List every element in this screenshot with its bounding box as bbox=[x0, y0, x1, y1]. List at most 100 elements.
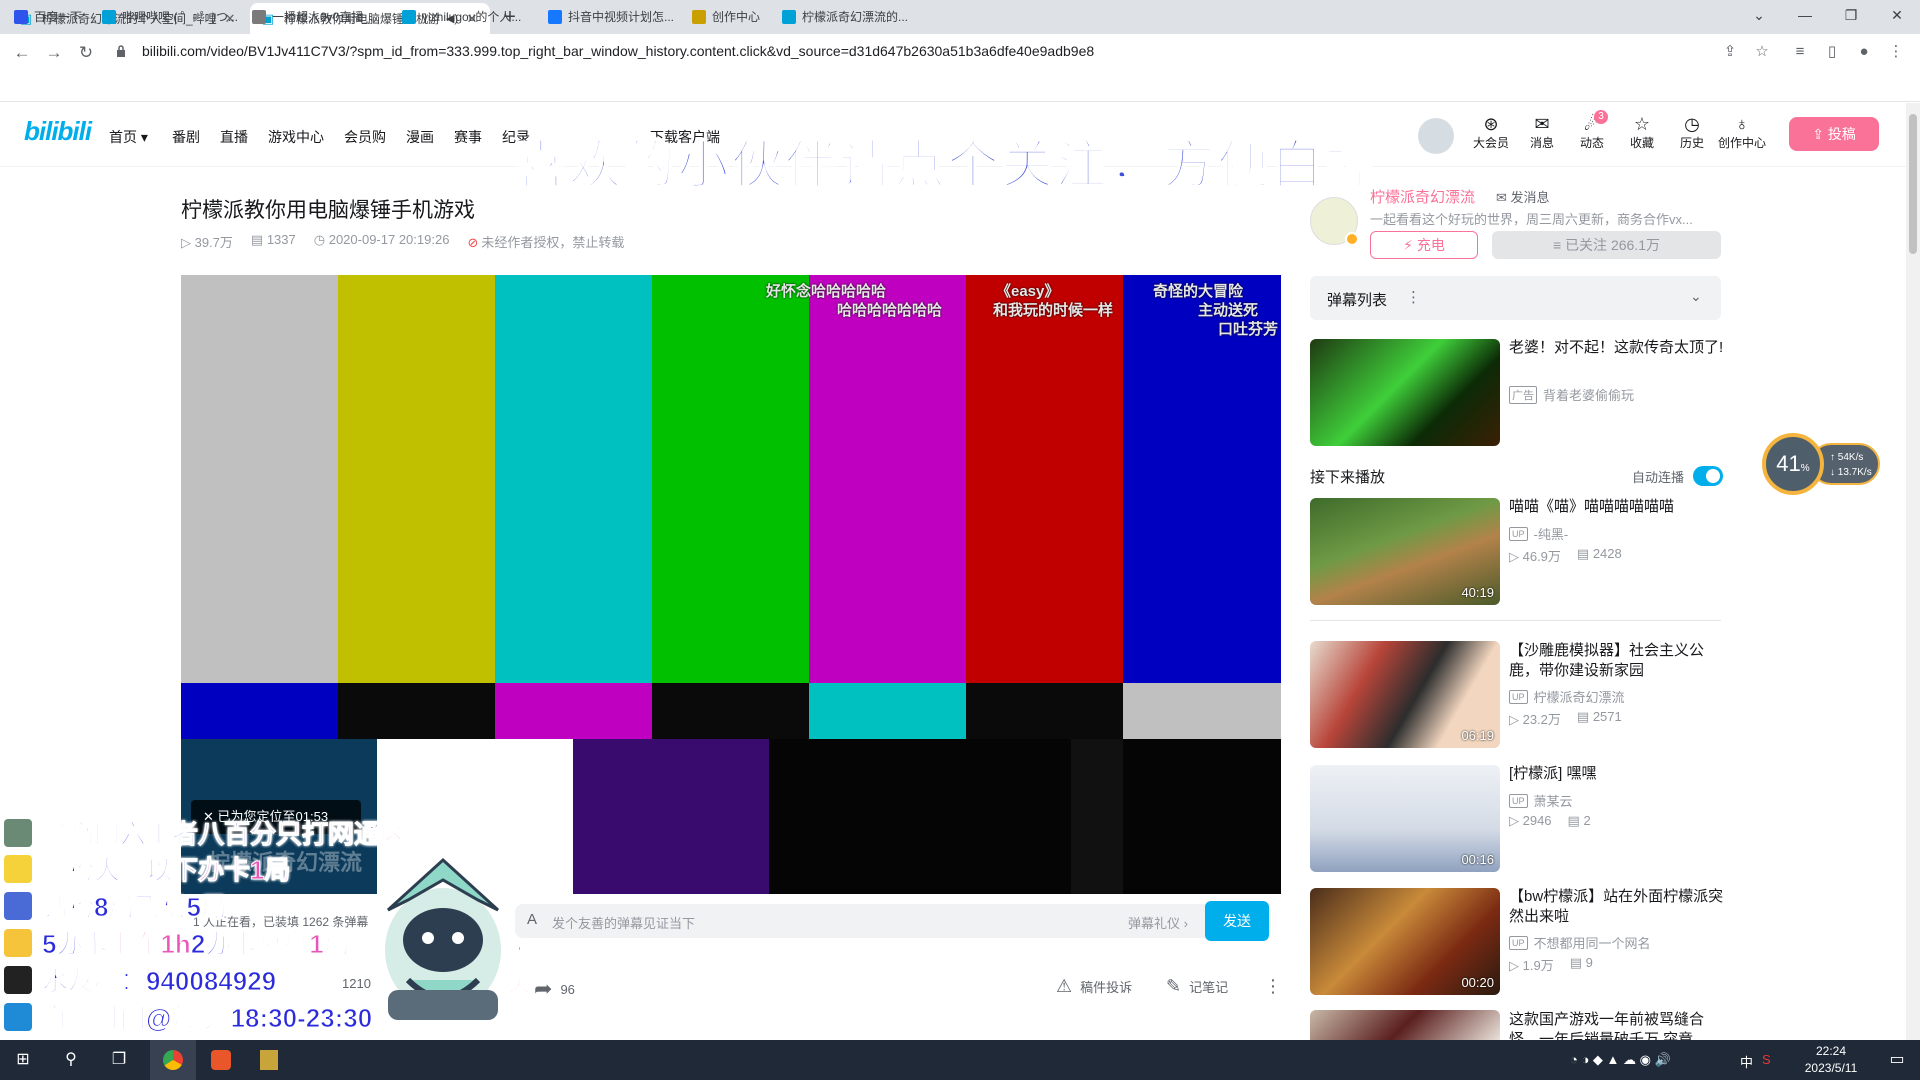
up-next-label: 接下来播放 bbox=[1310, 469, 1386, 486]
minimize-button[interactable]: — bbox=[1782, 0, 1828, 30]
bookmark-item[interactable]: 柠檬派奇幻漂流的... bbox=[782, 8, 908, 25]
bookmark-item[interactable]: 哔哩哔哩 ( ゜- ゜)つ... bbox=[102, 8, 238, 25]
close-window-button[interactable]: ✕ bbox=[1874, 0, 1920, 30]
video-player[interactable]: 好怀念哈哈哈哈哈 哈哈哈哈哈哈哈 《easy》 和我玩的时候一样 奇怪的大冒险 … bbox=[181, 275, 1281, 894]
download-speed-value: 13.7K/s bbox=[1837, 467, 1872, 478]
color-bar bbox=[809, 683, 966, 739]
video-thumbnail[interactable] bbox=[1310, 1010, 1500, 1040]
video-thumbnail[interactable]: 00:16 bbox=[1310, 765, 1500, 872]
color-bar bbox=[181, 275, 338, 683]
notes-button[interactable]: ✎ 记笔记 bbox=[1166, 976, 1228, 997]
video-meta: ▷ 39.7万 ▤ 1337 ◷ 2020-09-17 20:19:26 ⊘ 未经… bbox=[181, 232, 624, 251]
notifications-icon[interactable]: ▭ bbox=[1874, 1040, 1920, 1080]
share-icon[interactable]: ⇪ bbox=[1718, 42, 1742, 62]
rec-uploader[interactable]: UP 不想都用同一个网名 bbox=[1509, 933, 1651, 952]
nav-home[interactable]: 首页 ▾ bbox=[109, 127, 148, 147]
charge-button[interactable]: ⚡ 充电 bbox=[1370, 231, 1478, 259]
video-thumbnail[interactable]: 00:20 bbox=[1310, 888, 1500, 995]
history-button[interactable]: ◷ 历史 bbox=[1667, 114, 1717, 151]
send-danmu-button[interactable]: 发送 bbox=[1205, 901, 1269, 941]
nav-live[interactable]: 直播 bbox=[220, 127, 248, 147]
bilibili-icon bbox=[782, 9, 796, 24]
color-bar bbox=[769, 739, 1281, 894]
upload-button[interactable]: ⇪ 投稿 bbox=[1789, 117, 1879, 151]
play-icon: ▷ bbox=[1509, 549, 1523, 564]
nav-game[interactable]: 游戏中心 bbox=[268, 127, 324, 147]
danmaku-value: 2 bbox=[1583, 813, 1591, 828]
more-button[interactable]: ⋮ bbox=[1264, 976, 1282, 997]
favorite-button[interactable]: ☆ 收藏 bbox=[1617, 114, 1667, 151]
report-button[interactable]: ⚠ 稿件投诉 bbox=[1056, 976, 1132, 997]
bookmark-item[interactable]: 一播超人0v0直播_... bbox=[252, 8, 380, 25]
rec-title[interactable]: 这款国产游戏一年前被骂缝合怪，一年后销量破千万 突竟 bbox=[1509, 1010, 1724, 1040]
danmu-text: 主动送死 bbox=[1198, 302, 1259, 319]
duration: 06:19 bbox=[1461, 728, 1494, 743]
rec-title[interactable]: 【沙雕鹿模拟器】社会主义公鹿，带你建设新家园 bbox=[1509, 641, 1724, 681]
rec-uploader[interactable]: UP 柠檬派奇幻漂流 bbox=[1509, 687, 1625, 706]
uploader-name[interactable]: 柠檬派奇幻漂流 bbox=[1370, 186, 1475, 207]
more-icon[interactable]: ⋮ bbox=[1406, 288, 1421, 306]
league-icon[interactable] bbox=[246, 1040, 292, 1080]
bilibili-logo[interactable]: bilibili bbox=[24, 116, 92, 147]
ad-title[interactable]: 老婆！对不起！这款传奇太顶了! bbox=[1509, 338, 1724, 358]
danmaku: ▤ 2428 bbox=[1577, 546, 1622, 565]
tab-search-icon[interactable]: ⌄ bbox=[1736, 0, 1782, 30]
reading-list-icon[interactable]: ≡ bbox=[1788, 42, 1812, 62]
menu-icon[interactable]: ⋮ bbox=[1884, 42, 1908, 62]
back-icon[interactable]: ← bbox=[10, 41, 34, 65]
lock-icon[interactable] bbox=[116, 45, 126, 57]
forward-icon[interactable]: → bbox=[42, 41, 66, 65]
url-field[interactable]: bilibili.com/video/BV1Jv411C7V3/?spm_id_… bbox=[142, 43, 1094, 59]
ad-thumbnail[interactable] bbox=[1310, 339, 1500, 446]
tray-icons[interactable]: ◔ ◑ ◆ ▲ ☁ ◉ 🔊 bbox=[1570, 1052, 1671, 1068]
rec-uploader[interactable]: UP 萧某云 bbox=[1509, 791, 1573, 810]
overlay-line-icon bbox=[4, 928, 32, 957]
video-thumbnail[interactable]: 06:19 bbox=[1310, 641, 1500, 748]
vip-button[interactable]: ⊛ 大会员 bbox=[1466, 114, 1516, 151]
side-panel-icon[interactable]: ▯ bbox=[1820, 42, 1844, 62]
network-speed-widget[interactable]: ↑ 54K/s ↓ 13.7K/s 41% bbox=[1762, 433, 1880, 495]
bookmark-item[interactable]: 百度一下 bbox=[14, 8, 82, 25]
nav-bangumi[interactable]: 番剧 bbox=[172, 127, 200, 147]
danmu-style-icon[interactable]: A bbox=[527, 911, 537, 928]
uploader-avatar[interactable] bbox=[1310, 197, 1359, 246]
task-view-icon[interactable]: ❐ bbox=[96, 1040, 142, 1080]
restore-button[interactable]: ❐ bbox=[1828, 0, 1874, 30]
nav-mall[interactable]: 会员购 bbox=[344, 127, 386, 147]
rec-uploader[interactable]: UP -纯黑- bbox=[1509, 524, 1568, 543]
reload-icon[interactable]: ↻ bbox=[74, 41, 98, 65]
dynamic-button[interactable]: ☄ 动态 bbox=[1567, 114, 1617, 151]
autoplay-toggle[interactable] bbox=[1693, 466, 1723, 486]
danmu-etiquette-link[interactable]: 弹幕礼仪 › bbox=[1128, 913, 1188, 932]
nav-manga[interactable]: 漫画 bbox=[406, 127, 434, 147]
user-avatar[interactable] bbox=[1418, 118, 1454, 154]
rec-title[interactable]: 喵喵《喵》喵喵喵喵喵喵 bbox=[1509, 497, 1724, 517]
bookmark-item[interactable]: 抖音中视频计划怎... bbox=[548, 8, 674, 25]
ime-indicator[interactable]: 中 bbox=[1740, 1052, 1753, 1071]
search-icon[interactable]: ⚲ bbox=[48, 1040, 94, 1080]
app-icon[interactable] bbox=[198, 1040, 244, 1080]
rec-title[interactable]: 【bw柠檬派】站在外面柠檬派突然出来啦 bbox=[1509, 887, 1724, 927]
windows-start-icon[interactable]: ⊞ bbox=[0, 1040, 46, 1080]
scrollbar-thumb[interactable] bbox=[1909, 114, 1917, 254]
message-button[interactable]: ✉ 消息 bbox=[1517, 114, 1567, 151]
bookmark-star-icon[interactable]: ☆ bbox=[1750, 42, 1774, 62]
nav-match[interactable]: 赛事 bbox=[454, 127, 482, 147]
creator-button[interactable]: ♁ 创作中心 bbox=[1717, 114, 1767, 151]
overlay-text: 2办卡 bbox=[190, 929, 258, 960]
follow-button[interactable]: ≡ 已关注 266.1万 bbox=[1492, 231, 1721, 259]
danmaku: ▤ 2571 bbox=[1577, 709, 1622, 728]
taskbar-clock[interactable]: 22:24 2023/5/11 bbox=[1786, 1043, 1876, 1077]
sogou-icon[interactable]: S bbox=[1762, 1052, 1771, 1067]
bookmark-item[interactable]: 创作中心 bbox=[692, 8, 760, 25]
video-thumbnail[interactable]: 40:19 bbox=[1310, 498, 1500, 605]
like-button[interactable]: 1210 bbox=[342, 976, 371, 991]
bookmark-item[interactable]: yizhilugou的个人... bbox=[402, 8, 521, 25]
share-button[interactable]: ➦ 96 bbox=[534, 976, 575, 1002]
play-icon: ▷ bbox=[181, 235, 195, 250]
send-message-link[interactable]: ✉ 发消息 bbox=[1496, 187, 1550, 206]
chevron-down-icon[interactable]: ⌄ bbox=[1690, 288, 1702, 305]
rec-title[interactable]: [柠檬派] 嘿嘿 bbox=[1509, 764, 1724, 784]
profile-icon[interactable]: ● bbox=[1852, 42, 1876, 62]
chrome-icon[interactable] bbox=[150, 1040, 196, 1080]
